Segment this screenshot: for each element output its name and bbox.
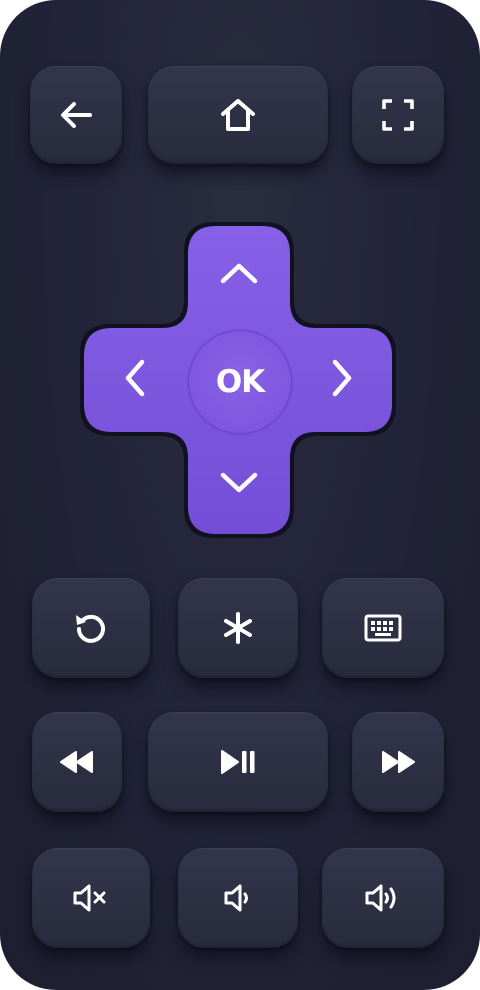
- ok-label: OK: [215, 364, 265, 400]
- play-pause-icon: [218, 747, 258, 777]
- keyboard-button[interactable]: [322, 578, 444, 678]
- fast-forward-button[interactable]: [352, 712, 444, 812]
- dpad-up-button[interactable]: [188, 226, 290, 326]
- replay-icon: [71, 608, 111, 648]
- asterisk-icon: [219, 609, 257, 647]
- chevron-left-icon: [120, 356, 150, 404]
- volume-up-button[interactable]: [322, 848, 444, 948]
- remote-control: OK: [0, 0, 480, 990]
- volume-up-icon: [362, 880, 404, 916]
- dpad-left-button[interactable]: [84, 328, 186, 432]
- fullscreen-button[interactable]: [352, 66, 444, 164]
- dpad: OK: [78, 220, 398, 540]
- dpad-right-button[interactable]: [292, 328, 392, 432]
- play-pause-button[interactable]: [148, 712, 328, 812]
- home-icon: [218, 95, 258, 135]
- chevron-down-icon: [217, 467, 261, 501]
- arrow-left-icon: [56, 95, 96, 135]
- back-button[interactable]: [30, 66, 122, 164]
- volume-down-icon: [220, 881, 256, 915]
- replay-button[interactable]: [32, 578, 150, 678]
- chevron-up-icon: [217, 259, 261, 293]
- ok-button[interactable]: OK: [188, 330, 292, 434]
- fast-forward-icon: [378, 747, 418, 777]
- volume-mute-icon: [71, 881, 111, 915]
- chevron-right-icon: [327, 356, 357, 404]
- mute-button[interactable]: [32, 848, 150, 948]
- fullscreen-icon: [380, 97, 416, 133]
- dpad-down-button[interactable]: [188, 434, 290, 534]
- options-button[interactable]: [178, 578, 298, 678]
- volume-down-button[interactable]: [178, 848, 298, 948]
- rewind-icon: [57, 747, 97, 777]
- home-button[interactable]: [148, 66, 328, 164]
- keyboard-icon: [363, 613, 403, 643]
- rewind-button[interactable]: [32, 712, 122, 812]
